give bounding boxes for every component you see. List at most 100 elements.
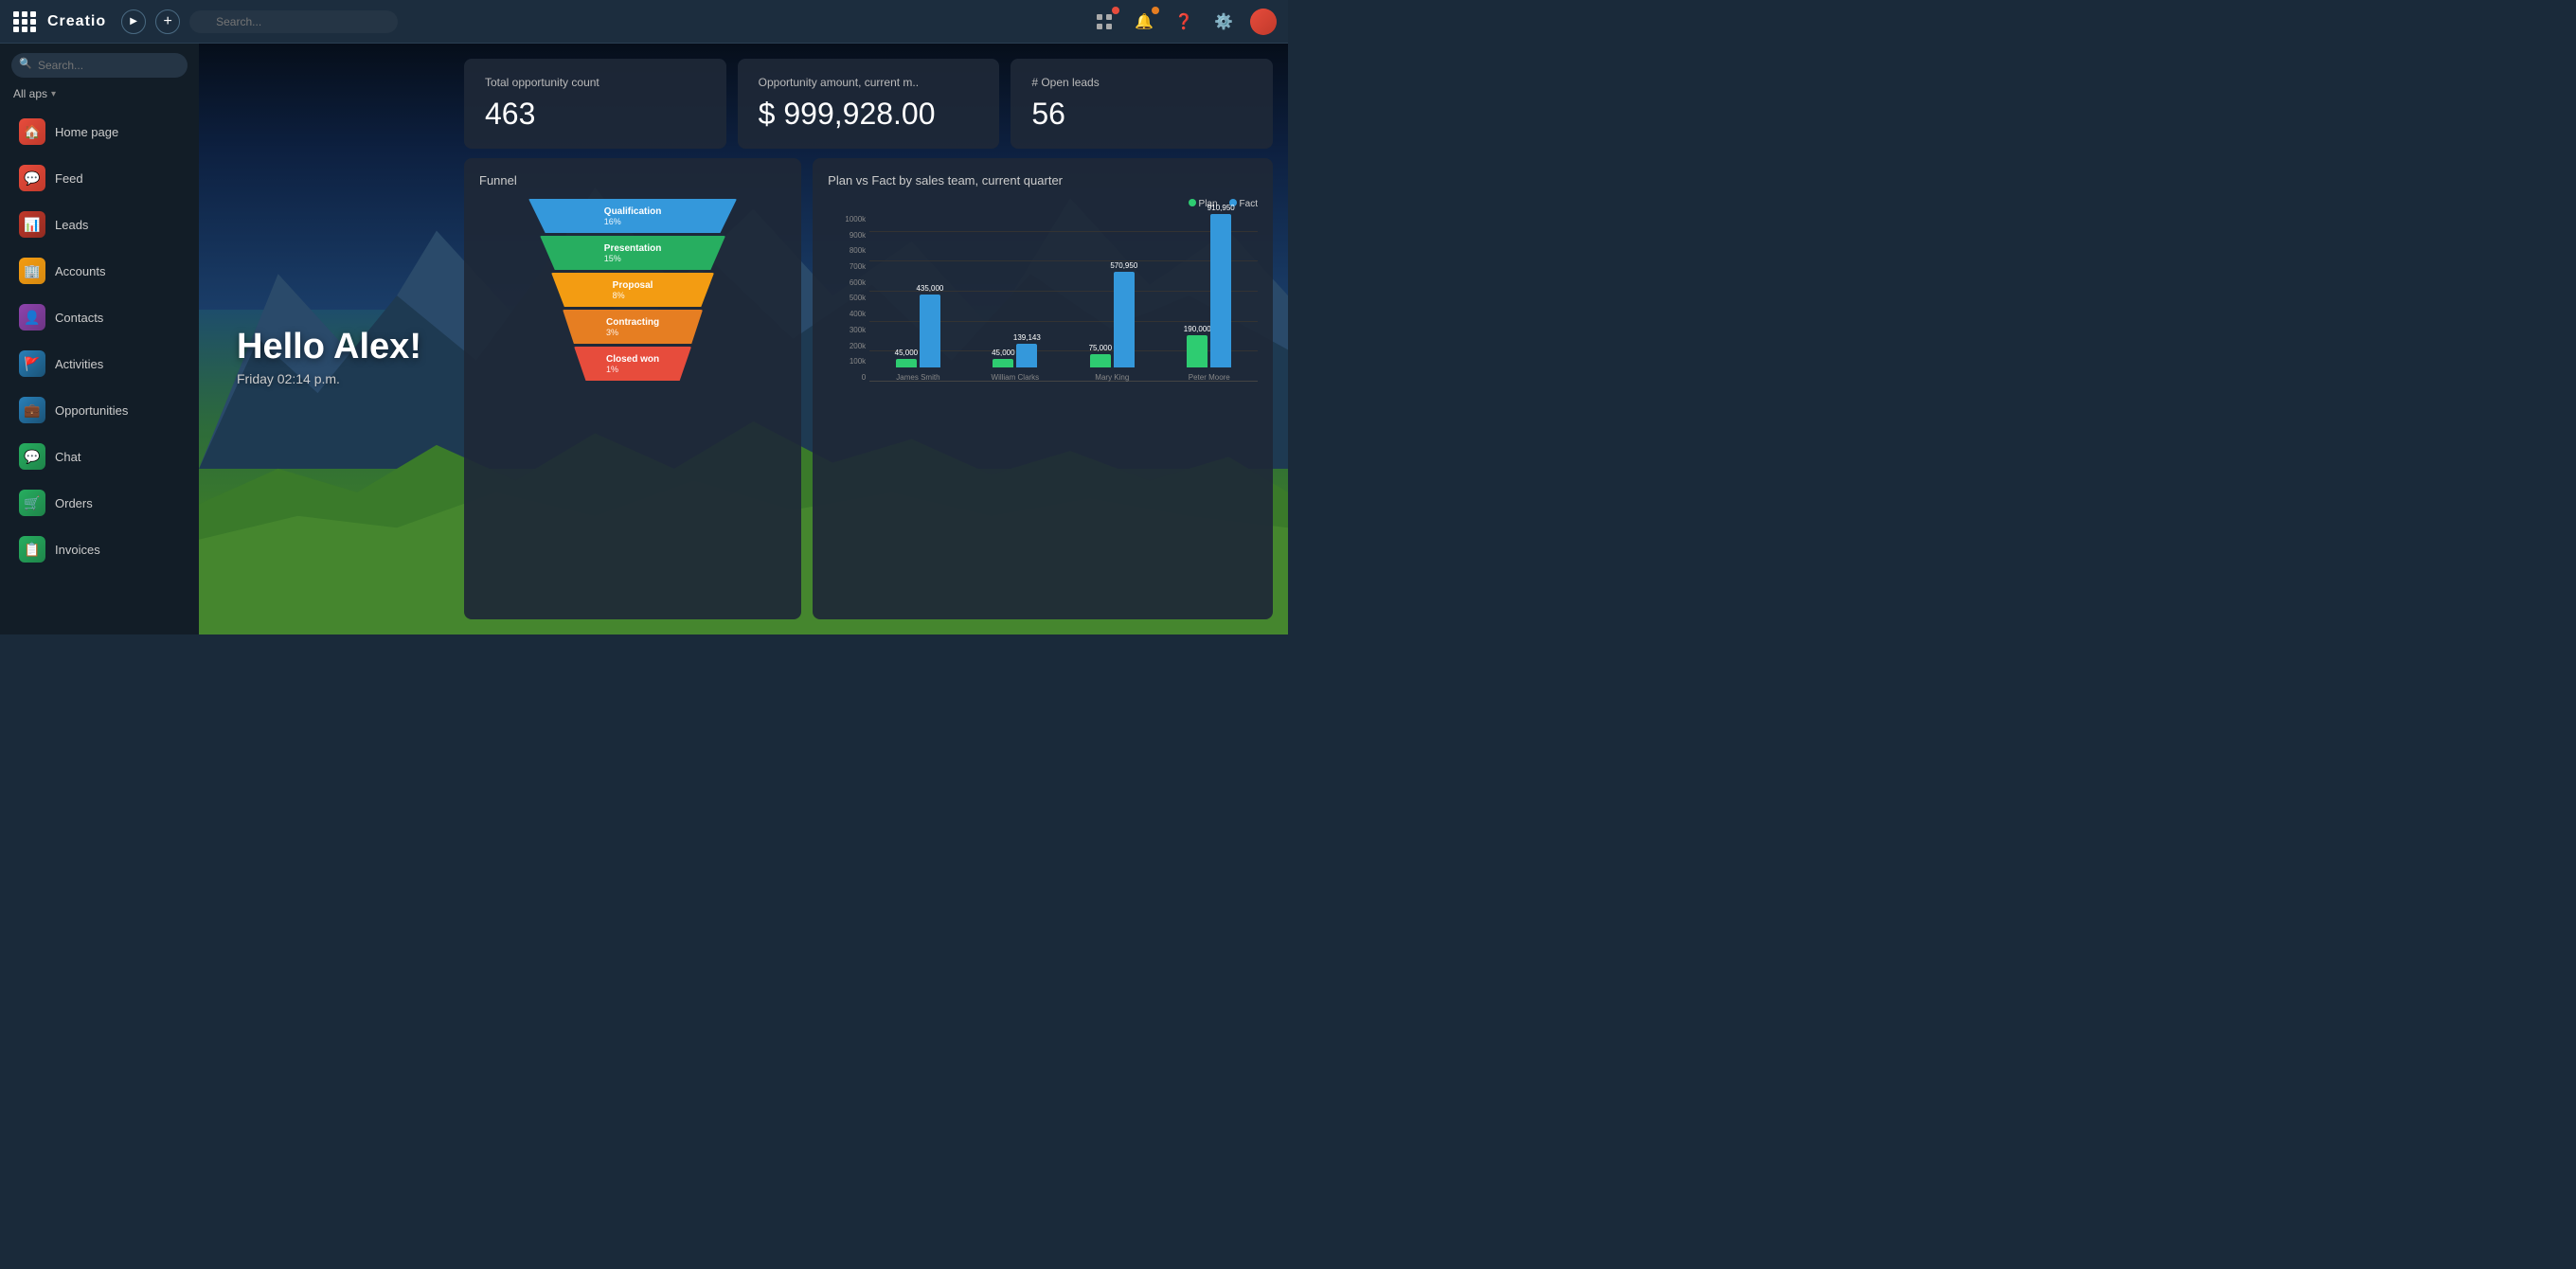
- bar-name-0: James Smith: [896, 373, 939, 382]
- bell-icon[interactable]: 🔔: [1131, 9, 1157, 35]
- bars-3: 190,000 910,950: [1187, 204, 1231, 367]
- funnel-chart-card: Funnel Qualification16% Presentation15% …: [464, 158, 801, 619]
- sidebar-item-opportunities[interactable]: 💼 Opportunities: [6, 387, 193, 433]
- bar-plan-fill-1: [993, 359, 1013, 367]
- bar-fact-val-2: 570,950: [1110, 261, 1137, 270]
- opportunities-icon: 💼: [19, 397, 45, 423]
- sidebar-item-contacts[interactable]: 👤 Contacts: [6, 295, 193, 340]
- bar-chart-card: Plan vs Fact by sales team, current quar…: [813, 158, 1273, 619]
- logo: Creatio: [47, 13, 106, 30]
- filter-label: All aps: [13, 87, 47, 100]
- topbar-right: 🔔 ❓ ⚙️: [1091, 9, 1277, 35]
- bar-fact-fill-2: [1114, 272, 1135, 367]
- help-icon[interactable]: ❓: [1171, 9, 1197, 35]
- sidebar-label-leads: Leads: [55, 218, 88, 232]
- bar-chart-title: Plan vs Fact by sales team, current quar…: [828, 173, 1258, 188]
- bar-plan-3: 190,000: [1187, 325, 1208, 367]
- topbar: Creatio ▶ + 🔍 🔔 ❓ ⚙️: [0, 0, 1288, 44]
- sidebar-item-invoices[interactable]: 📋 Invoices: [6, 527, 193, 572]
- sidebar-item-orders[interactable]: 🛒 Orders: [6, 480, 193, 526]
- bar-group-3: 190,000 910,950 Peter Moore: [1161, 204, 1258, 382]
- y-label-3: 700k: [828, 262, 866, 271]
- activities-icon: 🚩: [19, 350, 45, 377]
- funnel-label-0: Qualification: [604, 206, 662, 217]
- bar-fact-val-1: 139,143: [1013, 333, 1041, 342]
- funnel-pct-4: 1%: [606, 365, 659, 374]
- bar-fact-1: 139,143: [1016, 333, 1037, 367]
- stat-label-0: Total opportunity count: [485, 76, 706, 89]
- y-label-4: 600k: [828, 278, 866, 287]
- bar-plan-fill-3: [1187, 335, 1208, 367]
- funnel-pct-3: 3%: [606, 328, 659, 337]
- funnel-container: Qualification16% Presentation15% Proposa…: [479, 199, 786, 381]
- sidebar-item-activities[interactable]: 🚩 Activities: [6, 341, 193, 386]
- apps-grid-icon[interactable]: [11, 9, 38, 35]
- bar-chart-area: 1000k 900k 800k 700k 600k 500k 400k 300k…: [828, 215, 1258, 404]
- apps-icon[interactable]: [1091, 9, 1118, 35]
- sidebar-item-accounts[interactable]: 🏢 Accounts: [6, 248, 193, 294]
- add-button[interactable]: +: [155, 9, 180, 34]
- avatar[interactable]: [1250, 9, 1277, 35]
- bar-plan-val-0: 45,000: [895, 349, 918, 357]
- y-label-10: 0: [828, 373, 866, 382]
- sidebar-search-icon: 🔍: [19, 58, 32, 70]
- sidebar-search-wrap: 🔍: [0, 44, 199, 83]
- chevron-down-icon: ▾: [51, 89, 56, 99]
- sidebar-label-home: Home page: [55, 125, 118, 139]
- funnel-segment-2: Proposal8%: [551, 273, 714, 307]
- y-label-8: 200k: [828, 342, 866, 350]
- sidebar-item-leads[interactable]: 📊 Leads: [6, 202, 193, 247]
- stat-cards-row: Total opportunity count 463 Opportunity …: [464, 59, 1273, 149]
- charts-row: Funnel Qualification16% Presentation15% …: [464, 158, 1273, 619]
- sidebar-item-chat[interactable]: 💬 Chat: [6, 434, 193, 479]
- y-label-9: 100k: [828, 357, 866, 366]
- bar-groups: 45,000 435,000 James Smith: [869, 215, 1258, 382]
- y-label-7: 300k: [828, 326, 866, 334]
- sidebar-item-home-page[interactable]: 🏠 Home page: [6, 109, 193, 154]
- sidebar-search-input[interactable]: [11, 53, 188, 78]
- bar-plan-val-2: 75,000: [1089, 344, 1112, 352]
- y-label-0: 1000k: [828, 215, 866, 223]
- sidebar-label-orders: Orders: [55, 496, 93, 510]
- home-icon: 🏠: [19, 118, 45, 145]
- stat-value-1: $ 999,928.00: [759, 97, 979, 132]
- y-label-5: 500k: [828, 294, 866, 302]
- sidebar-item-feed[interactable]: 💬 Feed: [6, 155, 193, 201]
- sidebar-label-opportunities: Opportunities: [55, 403, 128, 418]
- funnel-title: Funnel: [479, 173, 786, 188]
- topbar-search-input[interactable]: [189, 10, 398, 33]
- funnel-segment-4: Closed won1%: [574, 347, 691, 381]
- sidebar-label-chat: Chat: [55, 450, 80, 464]
- bar-plan-0: 45,000: [896, 349, 917, 367]
- stat-card-opportunity-amount: Opportunity amount, current m.. $ 999,92…: [738, 59, 1000, 149]
- bar-name-2: Mary King: [1095, 373, 1129, 382]
- bar-group-0: 45,000 435,000 James Smith: [869, 284, 966, 382]
- bar-fact-fill-0: [920, 295, 940, 367]
- bar-plan-val-1: 45,000: [992, 349, 1014, 357]
- bar-fact-0: 435,000: [920, 284, 940, 367]
- bar-fact-fill-1: [1016, 344, 1037, 367]
- funnel-segment-1: Presentation15%: [540, 236, 725, 270]
- y-label-2: 800k: [828, 246, 866, 255]
- sidebar-filter[interactable]: All aps ▾: [0, 83, 199, 108]
- funnel-label-3: Contracting: [606, 317, 659, 328]
- bar-fact-val-3: 910,950: [1208, 204, 1235, 212]
- leads-icon: 📊: [19, 211, 45, 238]
- bar-fact-3: 910,950: [1210, 204, 1231, 367]
- dashboard: Total opportunity count 463 Opportunity …: [199, 59, 1273, 619]
- invoices-icon: 📋: [19, 536, 45, 563]
- accounts-icon: 🏢: [19, 258, 45, 284]
- orders-icon: 🛒: [19, 490, 45, 516]
- bars-0: 45,000 435,000: [896, 284, 940, 367]
- bar-group-2: 75,000 570,950 Mary King: [1064, 261, 1160, 382]
- background-landscape: Hello Alex! Friday 02:14 p.m. Total oppo…: [199, 44, 1288, 634]
- funnel-label-2: Proposal: [613, 280, 653, 291]
- funnel-pct-1: 15%: [604, 254, 662, 263]
- play-button[interactable]: ▶: [121, 9, 146, 34]
- bar-plan-fill-2: [1090, 354, 1111, 367]
- stat-card-opportunity-count: Total opportunity count 463: [464, 59, 726, 149]
- sidebar-label-contacts: Contacts: [55, 311, 103, 325]
- bar-plan-val-3: 190,000: [1184, 325, 1211, 333]
- settings-icon[interactable]: ⚙️: [1210, 9, 1237, 35]
- stat-card-open-leads: # Open leads 56: [1011, 59, 1273, 149]
